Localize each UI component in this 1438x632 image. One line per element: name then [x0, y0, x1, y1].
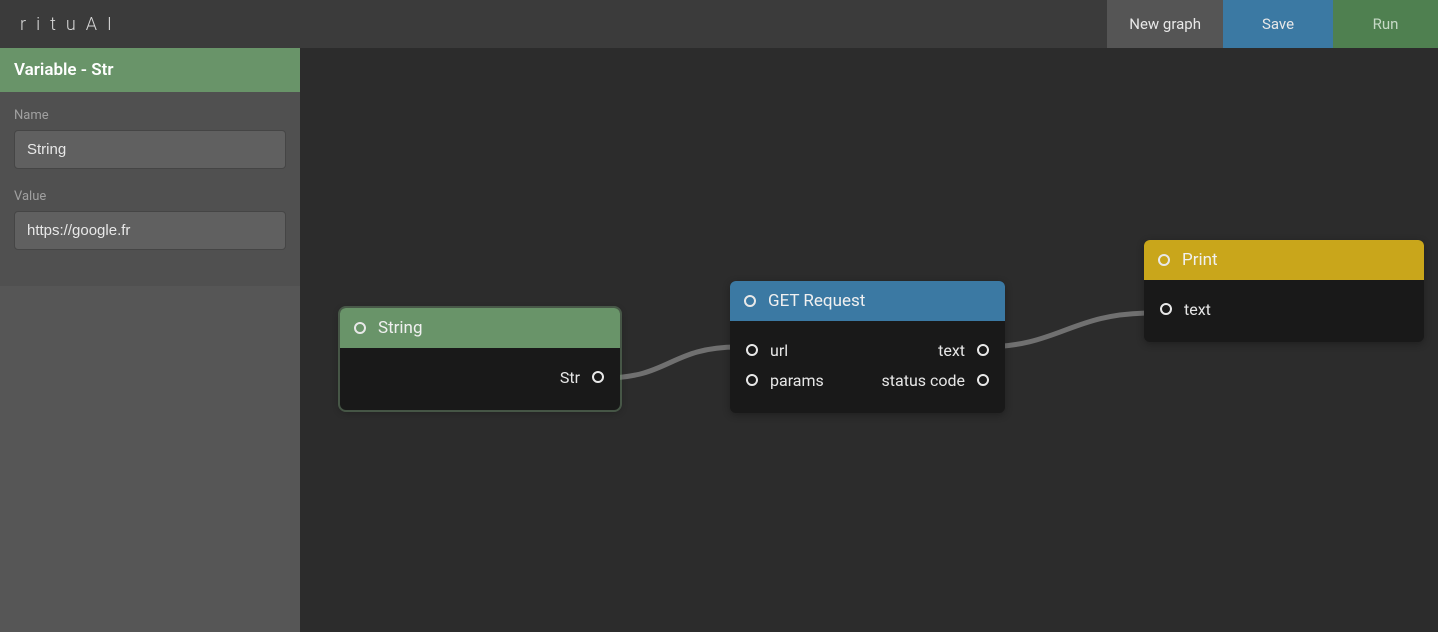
sidebar-body: Name Value [0, 92, 300, 286]
value-label: Value [14, 189, 286, 204]
port-in-params[interactable] [746, 374, 758, 386]
port-label-status: status code [882, 371, 965, 390]
topbar-buttons: New graph Save Run [1107, 0, 1438, 48]
new-graph-button[interactable]: New graph [1107, 0, 1223, 48]
topbar: rituAI New graph Save Run [0, 0, 1438, 48]
canvas[interactable]: String Str GET Request url te [300, 48, 1438, 632]
save-button[interactable]: Save [1223, 0, 1333, 48]
name-label: Name [14, 108, 286, 123]
node-header-icon [354, 322, 366, 334]
port-in-text[interactable] [1160, 303, 1172, 315]
port-label-url: url [770, 341, 788, 360]
node-print[interactable]: Print text [1144, 240, 1424, 342]
port-label-print-text: text [1184, 300, 1211, 319]
node-print-title: Print [1182, 250, 1218, 270]
port-out-str[interactable] [592, 371, 604, 383]
node-header-icon [1158, 254, 1170, 266]
port-out-text[interactable] [977, 344, 989, 356]
run-button[interactable]: Run [1333, 0, 1438, 48]
node-string-body: Str [340, 348, 620, 410]
node-get-header[interactable]: GET Request [730, 281, 1005, 321]
node-string-title: String [378, 318, 422, 338]
node-string-header[interactable]: String [340, 308, 620, 348]
node-get-body: url text params status code [730, 321, 1005, 413]
value-input[interactable] [14, 211, 286, 250]
port-row-get-1: url text [730, 335, 1005, 365]
name-input[interactable] [14, 130, 286, 169]
node-string[interactable]: String Str [340, 308, 620, 410]
app-logo: rituAI [0, 14, 122, 35]
port-label-params: params [770, 371, 824, 390]
port-row-str-out: Str [340, 362, 620, 392]
port-out-status[interactable] [977, 374, 989, 386]
port-label-str: Str [560, 368, 580, 387]
node-print-header[interactable]: Print [1144, 240, 1424, 280]
port-row-print-text: text [1144, 294, 1424, 324]
node-header-icon [744, 295, 756, 307]
node-print-body: text [1144, 280, 1424, 342]
port-label-text: text [938, 341, 965, 360]
node-get-title: GET Request [768, 291, 865, 311]
port-in-url[interactable] [746, 344, 758, 356]
node-get-request[interactable]: GET Request url text params statu [730, 281, 1005, 413]
port-row-get-2: params status code [730, 365, 1005, 395]
sidebar-header: Variable - Str [0, 48, 300, 92]
sidebar: Variable - Str Name Value [0, 48, 300, 632]
